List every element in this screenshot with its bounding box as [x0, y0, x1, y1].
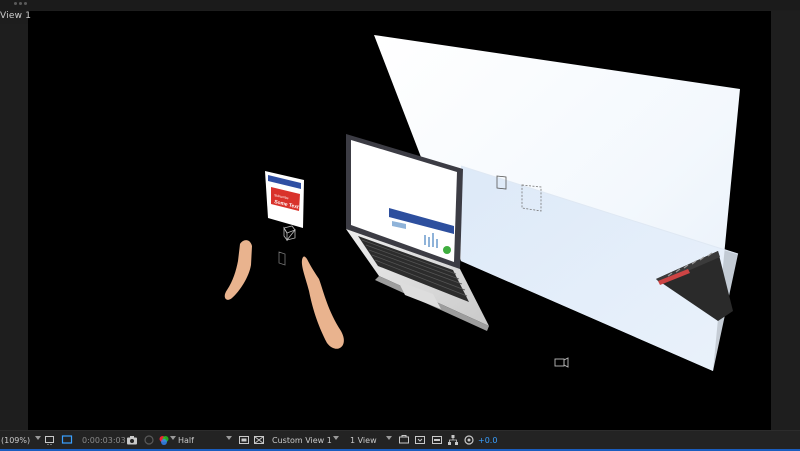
camera-icon[interactable] — [126, 434, 138, 446]
channel-chevron-icon[interactable] — [170, 436, 176, 440]
left-panel-edge — [0, 24, 28, 430]
timecode[interactable]: 0:00:03:03 — [82, 435, 126, 447]
view-label: View 1 — [0, 11, 32, 21]
camera-view-chevron-icon[interactable] — [333, 436, 339, 440]
fast-previews-icon[interactable] — [238, 434, 250, 446]
color-channel-icon[interactable] — [158, 434, 170, 446]
null-object-gizmo[interactable] — [283, 225, 296, 242]
composition-viewport[interactable]: Subscribe Some Text — [28, 11, 771, 430]
toggle-pixel-aspect-icon[interactable] — [398, 434, 410, 446]
camera-gizmo[interactable] — [554, 357, 569, 368]
poster-card: Subscribe Some Text — [265, 171, 304, 228]
zoom-level[interactable]: (109%) — [1, 435, 30, 447]
resolution-select[interactable]: Half — [178, 435, 194, 447]
panel-grip-2 — [19, 2, 22, 5]
flowchart-icon[interactable] — [447, 434, 459, 446]
grid-guides-icon[interactable] — [253, 434, 265, 446]
timeline-icon[interactable] — [431, 434, 443, 446]
fit-view-icon[interactable] — [414, 434, 426, 446]
transparency-grid-icon[interactable] — [61, 434, 73, 446]
zoom-chevron-icon[interactable] — [35, 436, 41, 440]
panel-grip[interactable] — [14, 2, 17, 5]
region-of-interest-icon[interactable] — [44, 434, 56, 446]
reset-exposure-icon[interactable] — [463, 434, 475, 446]
views-layout-select[interactable]: 1 View — [350, 435, 377, 447]
exposure-value[interactable]: +0.0 — [478, 435, 497, 447]
tab-bar — [0, 0, 800, 10]
right-panel-edge — [771, 11, 800, 430]
viewer-toolbar: (109%) 0:00:03:03 Half Custom View 1 1 V… — [0, 430, 800, 451]
panel-grip-3 — [24, 2, 27, 5]
layer-anchor-gizmo[interactable] — [278, 251, 286, 266]
hands — [224, 240, 344, 349]
snapshot-icon[interactable] — [143, 434, 155, 446]
camera-view-select[interactable]: Custom View 1 — [272, 435, 332, 447]
views-layout-chevron-icon[interactable] — [386, 436, 392, 440]
resolution-chevron-icon[interactable] — [226, 436, 232, 440]
scene-3d: Subscribe Some Text — [224, 35, 740, 371]
